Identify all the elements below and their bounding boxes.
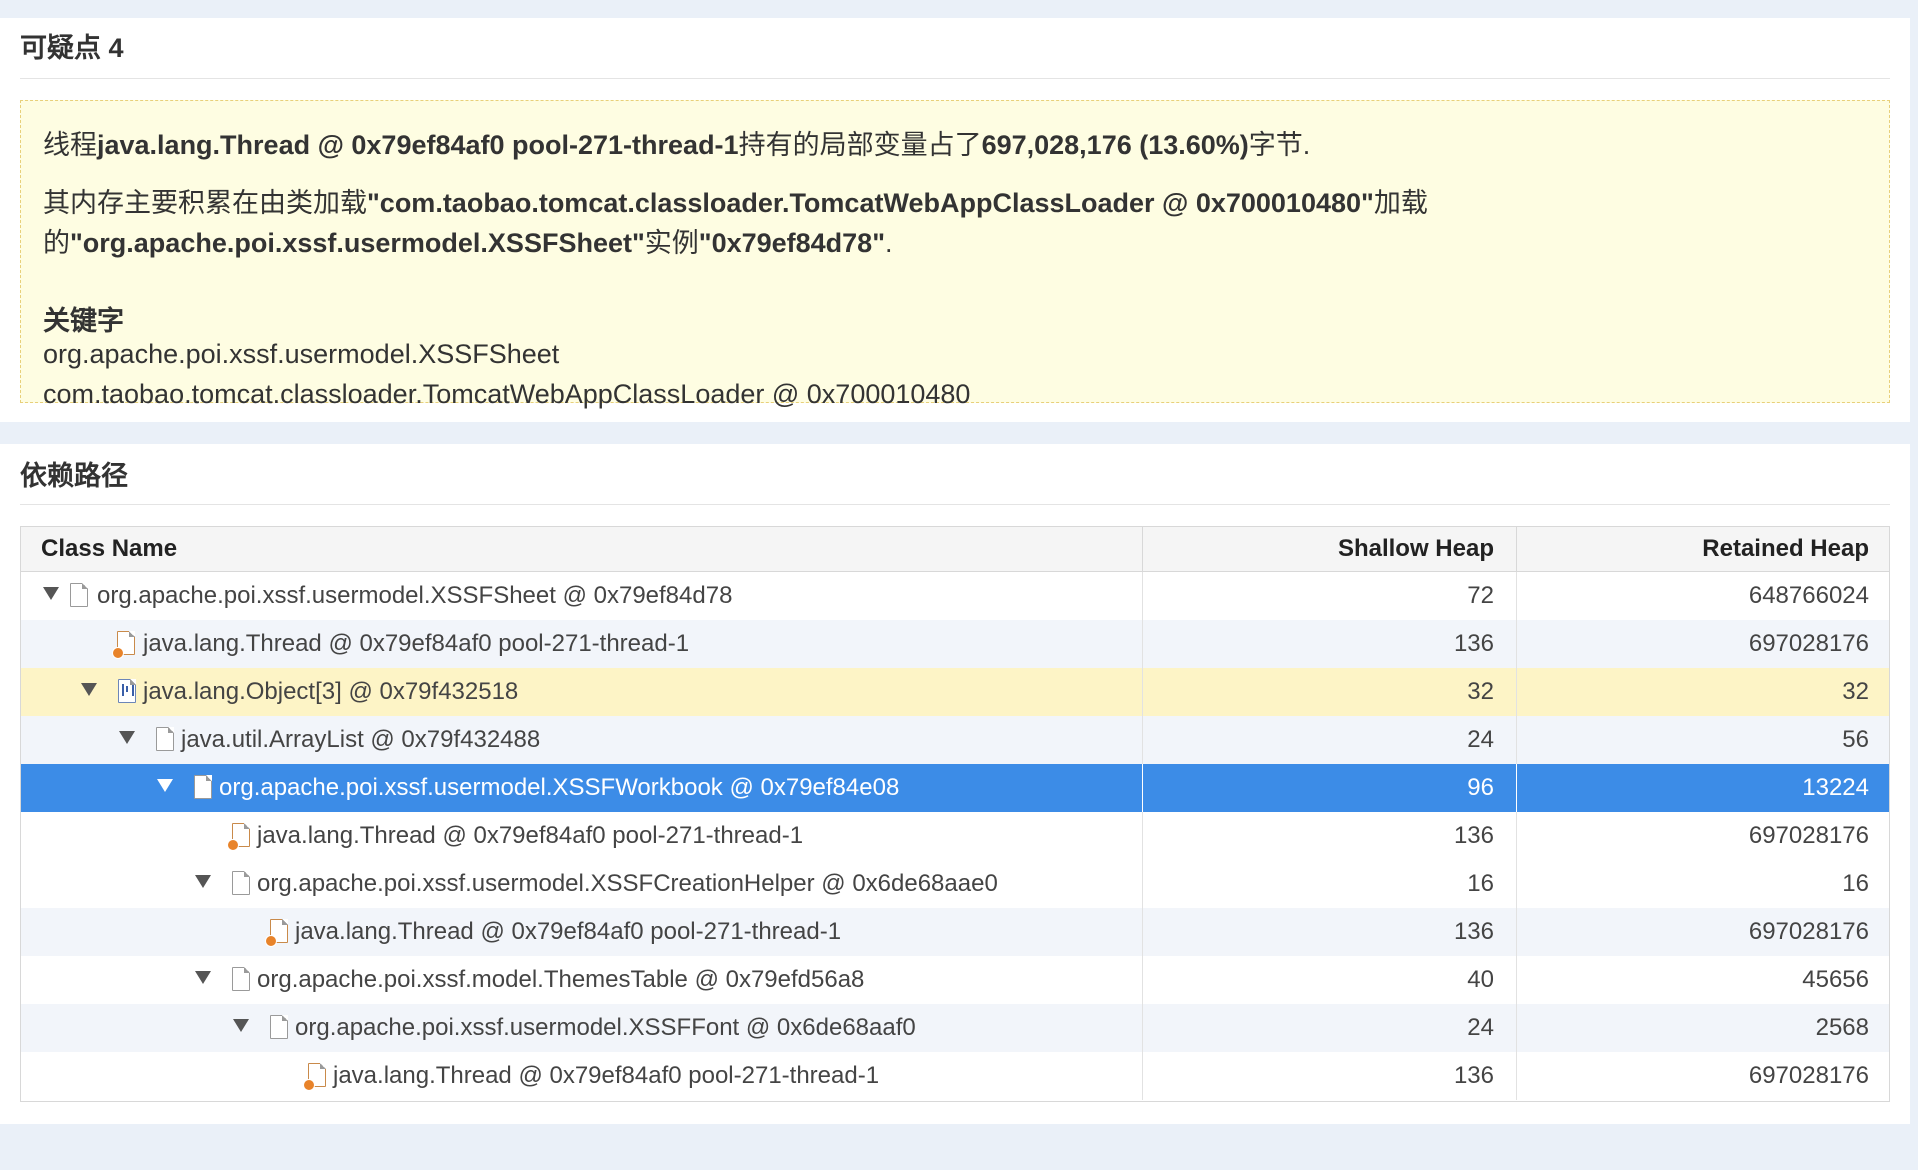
collapse-toggle-icon[interactable] — [119, 731, 135, 744]
shallow-heap-cell: 16 — [1142, 860, 1516, 908]
shallow-heap-cell: 32 — [1142, 668, 1516, 716]
retained-heap-cell: 697028176 — [1516, 812, 1889, 860]
instance-class: "org.apache.poi.xssf.usermodel.XSSFSheet… — [70, 228, 645, 258]
shallow-heap-cell: 40 — [1142, 956, 1516, 1004]
class-name-cell: java.lang.Thread @ 0x79ef84af0 pool-271-… — [143, 630, 690, 657]
keyword-item: org.apache.poi.xssf.usermodel.XSSFSheet — [43, 339, 560, 369]
suspect-accumulation-text: 其内存主要积累在由类加载"com.taobao.tomcat.classload… — [43, 183, 1867, 263]
thread-object-icon — [112, 631, 135, 659]
object-icon — [232, 871, 250, 895]
retained-heap-cell: 648766024 — [1516, 572, 1889, 620]
shallow-heap-cell: 72 — [1142, 572, 1516, 620]
object-icon — [194, 775, 212, 799]
table-row[interactable]: java.lang.Object[3] @ 0x79f432518 32 32 — [21, 668, 1889, 716]
dependency-path-title: 依赖路径 — [20, 444, 1890, 505]
accum-prefix: 其内存主要积累在由类加载 — [43, 188, 367, 218]
shallow-heap-cell: 136 — [1142, 620, 1516, 668]
object-icon — [270, 1015, 288, 1039]
table-header: Class Name Shallow Heap Retained Heap — [21, 527, 1889, 572]
class-name-cell: org.apache.poi.xssf.usermodel.XSSFSheet … — [97, 582, 733, 609]
class-name-cell: org.apache.poi.xssf.usermodel.XSSFWorkbo… — [219, 774, 900, 801]
suspect-panel: 可疑点 4 线程java.lang.Thread @ 0x79ef84af0 p… — [0, 18, 1910, 422]
dependency-tree-table: Class Name Shallow Heap Retained Heap or… — [20, 526, 1890, 1102]
retained-heap-cell: 697028176 — [1516, 1052, 1889, 1100]
thread-object-icon — [303, 1063, 326, 1091]
thread-object-icon — [265, 919, 288, 947]
accum-suffix: . — [885, 228, 893, 258]
retained-heap-cell: 2568 — [1516, 1004, 1889, 1052]
table-row[interactable]: org.apache.poi.xssf.usermodel.XSSFFont @… — [21, 1004, 1889, 1052]
classloader-name: "com.taobao.tomcat.classloader.TomcatWeb… — [367, 188, 1374, 218]
suspect-summary-line: 线程java.lang.Thread @ 0x79ef84af0 pool-27… — [43, 123, 1867, 162]
shallow-heap-cell: 136 — [1142, 908, 1516, 956]
collapse-toggle-icon[interactable] — [233, 1019, 249, 1032]
keyword-item: com.taobao.tomcat.classloader.TomcatWebA… — [43, 379, 971, 409]
collapse-toggle-icon[interactable] — [43, 587, 59, 600]
retained-heap-cell: 45656 — [1516, 956, 1889, 1004]
class-name-cell: java.lang.Thread @ 0x79ef84af0 pool-271-… — [333, 1062, 880, 1089]
retained-heap-cell: 56 — [1516, 716, 1889, 764]
accum-mid-2: 实例 — [644, 228, 699, 258]
thread-name: java.lang.Thread @ 0x79ef84af0 pool-271-… — [97, 130, 739, 160]
retained-heap-cell: 697028176 — [1516, 908, 1889, 956]
retained-heap-cell: 32 — [1516, 668, 1889, 716]
array-object-icon — [118, 679, 136, 703]
class-name-cell: java.lang.Thread @ 0x79ef84af0 pool-271-… — [295, 918, 842, 945]
table-row-selected[interactable]: org.apache.poi.xssf.usermodel.XSSFWorkbo… — [21, 764, 1889, 812]
class-name-cell: org.apache.poi.xssf.usermodel.XSSFFont @… — [295, 1014, 916, 1041]
table-row[interactable]: java.lang.Thread @ 0x79ef84af0 pool-271-… — [21, 812, 1889, 860]
accum-mid: 加载 — [1373, 188, 1428, 218]
shallow-heap-cell: 136 — [1142, 812, 1516, 860]
thread-object-icon — [227, 823, 250, 851]
shallow-heap-cell: 136 — [1142, 1052, 1516, 1100]
retained-heap-cell: 13224 — [1516, 764, 1889, 812]
shallow-heap-cell: 96 — [1142, 764, 1516, 812]
shallow-heap-cell: 24 — [1142, 716, 1516, 764]
table-row[interactable]: org.apache.poi.xssf.model.ThemesTable @ … — [21, 956, 1889, 1004]
accum-prefix-2: 的 — [43, 228, 70, 258]
object-icon — [70, 583, 88, 607]
column-header-shallow-heap[interactable]: Shallow Heap — [1142, 527, 1516, 571]
class-name-cell: java.lang.Object[3] @ 0x79f432518 — [143, 678, 519, 705]
class-name-cell: org.apache.poi.xssf.model.ThemesTable @ … — [257, 966, 865, 993]
summary-mid: 持有的局部变量占了 — [738, 130, 982, 160]
instance-address: "0x79ef84d78" — [698, 228, 885, 258]
collapse-toggle-icon[interactable] — [157, 779, 173, 792]
table-body: org.apache.poi.xssf.usermodel.XSSFSheet … — [21, 572, 1889, 1100]
column-header-retained-heap[interactable]: Retained Heap — [1516, 527, 1889, 571]
class-name-cell: org.apache.poi.xssf.usermodel.XSSFCreati… — [257, 870, 998, 897]
object-icon — [156, 727, 174, 751]
column-header-class-name[interactable]: Class Name — [21, 527, 1142, 571]
retained-heap-cell: 16 — [1516, 860, 1889, 908]
shallow-heap-cell: 24 — [1142, 1004, 1516, 1052]
suspect-title: 可疑点 4 — [20, 18, 1890, 79]
collapse-toggle-icon[interactable] — [81, 683, 97, 696]
table-row[interactable]: java.util.ArrayList @ 0x79f432488 24 56 — [21, 716, 1889, 764]
table-row[interactable]: org.apache.poi.xssf.usermodel.XSSFSheet … — [21, 572, 1889, 620]
dependency-path-panel: 依赖路径 Class Name Shallow Heap Retained He… — [0, 444, 1910, 1124]
table-row[interactable]: java.lang.Thread @ 0x79ef84af0 pool-271-… — [21, 620, 1889, 668]
table-row[interactable]: org.apache.poi.xssf.usermodel.XSSFCreati… — [21, 860, 1889, 908]
table-row[interactable]: java.lang.Thread @ 0x79ef84af0 pool-271-… — [21, 908, 1889, 956]
class-name-cell: java.util.ArrayList @ 0x79f432488 — [181, 726, 541, 753]
keywords-label: 关键字 — [43, 306, 124, 336]
summary-prefix: 线程 — [43, 130, 97, 160]
collapse-toggle-icon[interactable] — [195, 971, 211, 984]
object-icon — [232, 967, 250, 991]
retained-heap-cell: 697028176 — [1516, 620, 1889, 668]
class-name-cell: java.lang.Thread @ 0x79ef84af0 pool-271-… — [257, 822, 804, 849]
summary-suffix: 字节. — [1248, 130, 1311, 160]
suspect-description-box: 线程java.lang.Thread @ 0x79ef84af0 pool-27… — [20, 100, 1890, 409]
collapse-toggle-icon[interactable] — [195, 875, 211, 888]
bytes-value: 697,028,176 (13.60%) — [981, 130, 1249, 160]
table-row[interactable]: java.lang.Thread @ 0x79ef84af0 pool-271-… — [21, 1052, 1889, 1100]
